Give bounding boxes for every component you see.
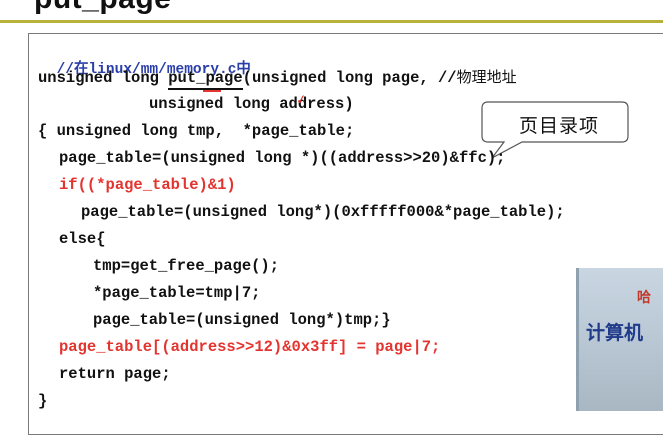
code-line-dir-index: page_table=(unsigned long *)((address>>2…: [59, 149, 506, 167]
param-comment: 物理地址: [456, 68, 517, 86]
param-list-start: (unsigned long page, //: [242, 69, 457, 87]
if-keyword: if: [59, 176, 78, 194]
thumbnail-edge: [576, 268, 579, 411]
pen-mark-icon: ✓: [294, 92, 309, 109]
code-line-else: else{: [59, 230, 106, 248]
title-underline: [0, 20, 663, 23]
if-condition: ((*page_table)&1): [77, 176, 236, 194]
code-line-get-free-page: tmp=get_free_page();: [93, 257, 280, 275]
thumbnail-text-top: 哈: [637, 290, 651, 306]
code-line-locals: { unsigned long tmp, *page_table;: [38, 122, 355, 140]
return-type: unsigned long: [38, 69, 169, 87]
code-line-return: return page;: [59, 365, 171, 383]
code-line-page-table-tmp: page_table=(unsigned long*)tmp;}: [93, 311, 391, 329]
function-name: put_page: [168, 69, 243, 90]
thumbnail-text-main: 计算机: [586, 322, 644, 344]
code-line-if: if((*page_table)&1): [59, 176, 236, 194]
code-line-address-param: unsigned long address): [149, 95, 354, 113]
code-line-close-brace: }: [38, 392, 48, 410]
red-annotation-mark: [203, 90, 221, 92]
callout-label: 页目录项: [519, 115, 600, 137]
code-line-page-table-assign: page_table=(unsigned long*)(0xfffff000&*…: [81, 203, 565, 221]
code-line-signature: unsigned long put_page(unsigned long pag…: [38, 68, 517, 90]
slide-title: put_page: [34, 0, 171, 16]
code-line-set-entry: *page_table=tmp|7;: [93, 284, 261, 302]
code-line-set-page: page_table[(address>>12)&0x3ff] = page|7…: [59, 338, 441, 356]
